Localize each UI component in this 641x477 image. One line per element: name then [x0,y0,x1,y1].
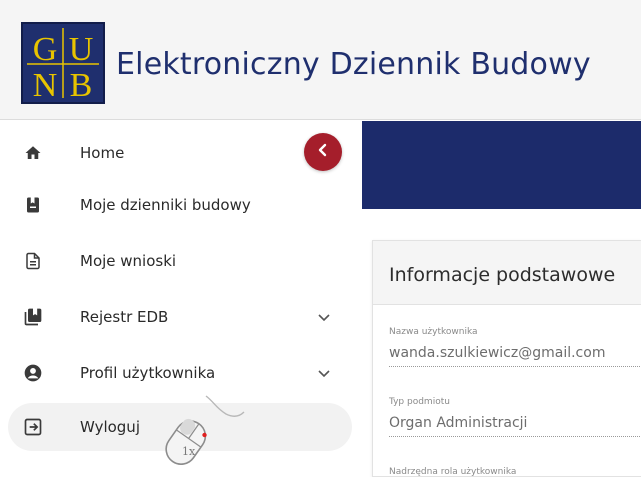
collapse-sidebar-button[interactable] [304,133,342,171]
card-header: Informacje podstawowe [373,241,641,305]
document-icon [22,249,44,273]
sidebar-item-wyloguj[interactable]: Wyloguj [8,403,352,451]
app-header: G U N B Elektroniczny Dziennik Budowy [0,0,641,120]
sidebar-item-home[interactable]: Home [8,129,352,177]
basic-info-card: Informacje podstawowe Nazwa użytkownika … [372,240,641,477]
sidebar-item-moje-dzienniki[interactable]: Moje dzienniki budowy [8,181,352,229]
sidebar-item-label: Profil użytkownika [80,364,216,382]
username-field[interactable]: wanda.szulkiewicz@gmail.com [389,341,641,367]
svg-text:B: B [70,67,93,102]
parent-role-label: Nadrzędna rola użytkownika [389,467,517,477]
entity-type-field[interactable]: Organ Administracji [389,411,641,437]
logout-icon [22,415,44,439]
sidebar-item-label: Moje dzienniki budowy [80,196,251,214]
svg-text:U: U [69,31,94,68]
svg-text:N: N [33,67,58,102]
sidebar-item-profil[interactable]: Profil użytkownika [8,349,352,397]
library-icon [22,305,44,329]
app-title: Elektroniczny Dziennik Budowy [116,47,591,82]
book-icon [22,193,44,217]
sidebar-item-label: Home [80,144,125,162]
home-icon [22,141,44,165]
sidebar-item-label: Moje wnioski [80,252,177,270]
sidebar-item-label: Wyloguj [80,418,140,436]
sidebar-item-moje-wnioski[interactable]: Moje wnioski [8,237,352,285]
chevron-down-icon[interactable] [316,365,332,381]
sidebar-nav: Home Moje dzienniki budowy Moje wnioski … [0,121,362,477]
sidebar-item-rejestr-edb[interactable]: Rejestr EDB [8,293,352,341]
svg-text:G: G [33,31,58,68]
username-label: Nazwa użytkownika [389,327,478,337]
sidebar-item-label: Rejestr EDB [80,308,169,326]
account-icon [22,361,44,385]
card-title: Informacje podstawowe [389,264,616,286]
chevron-down-icon[interactable] [316,309,332,325]
page-banner [362,121,641,209]
chevron-left-icon [315,142,331,162]
entity-type-label: Typ podmiotu [389,397,450,407]
gunb-logo[interactable]: G U N B [21,22,105,104]
